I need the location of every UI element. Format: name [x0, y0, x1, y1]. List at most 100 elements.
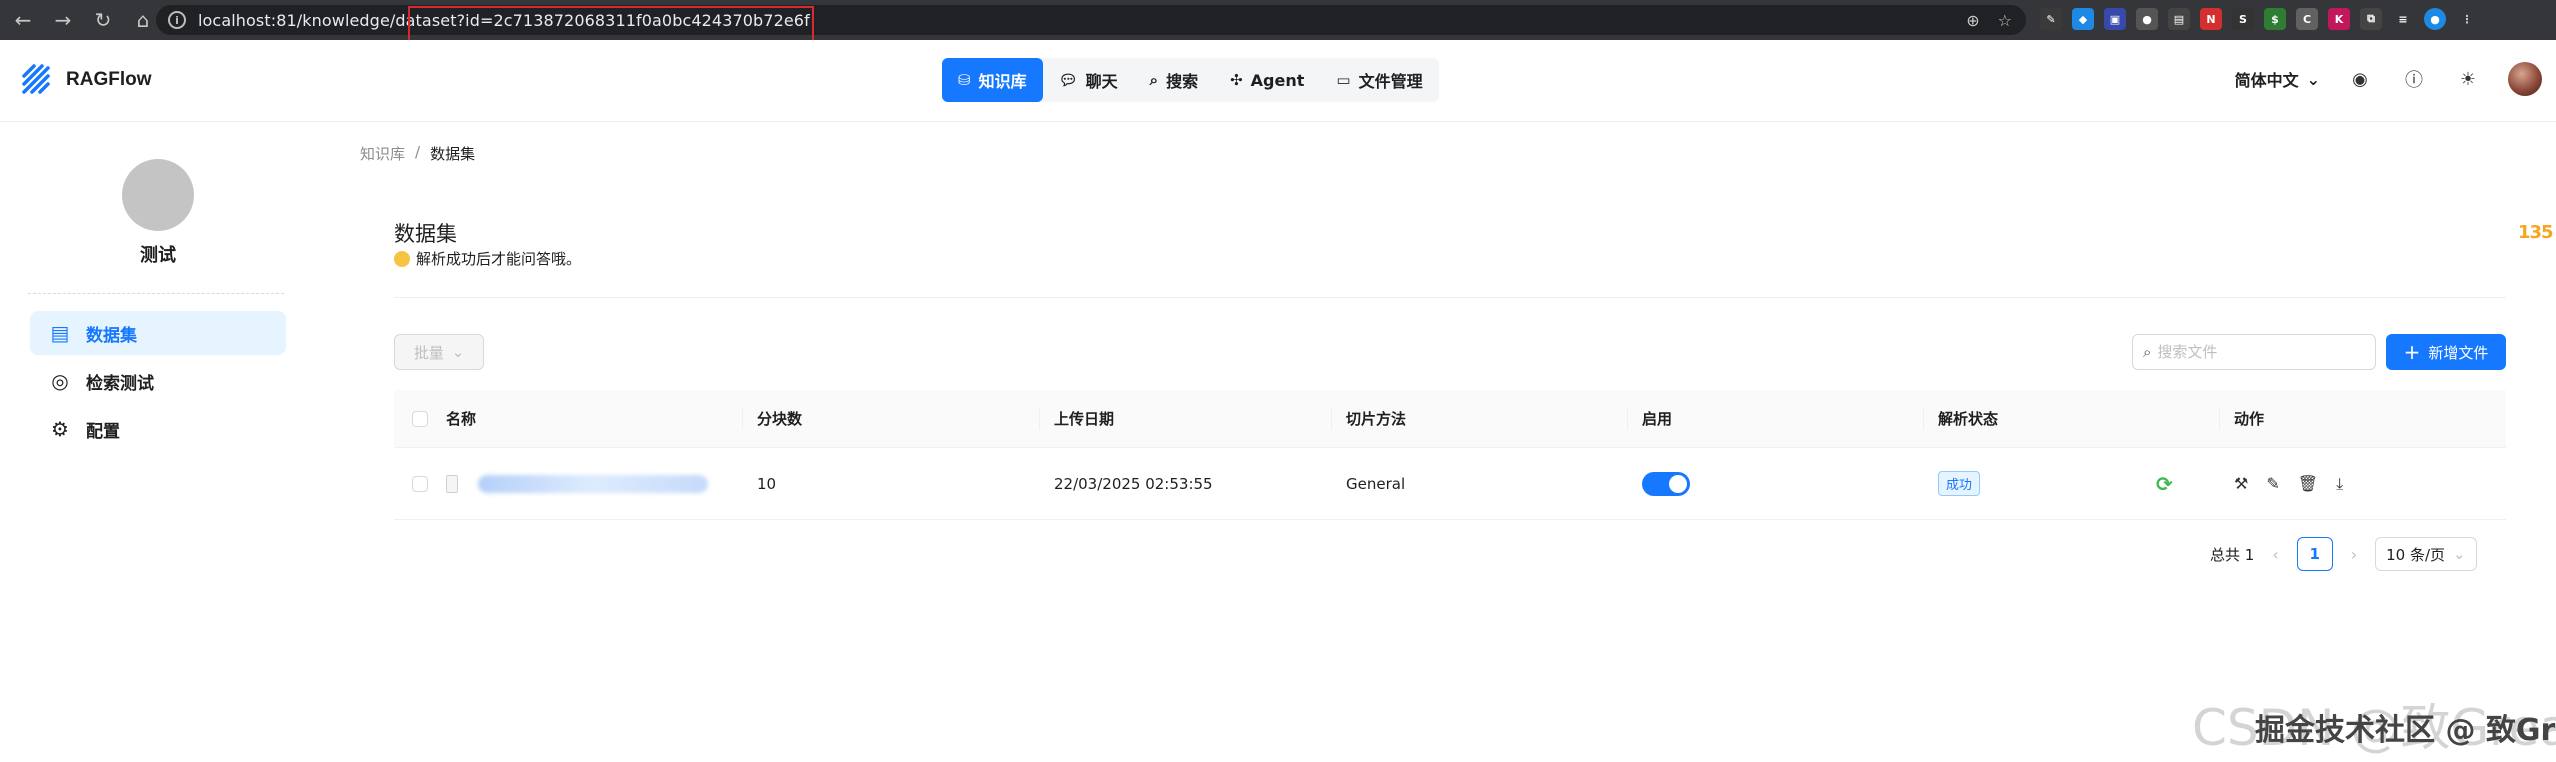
extension-icon[interactable]: ◆	[2072, 8, 2094, 30]
blurred-file-name[interactable]	[478, 474, 708, 493]
batch-dropdown-button[interactable]: 批量 ⌄	[394, 334, 484, 370]
extension-icon[interactable]: K	[2328, 8, 2350, 30]
next-page-icon[interactable]: ›	[2351, 545, 2357, 564]
column-label: 分块数	[757, 410, 803, 428]
column-label: 上传日期	[1054, 410, 1115, 428]
column-header-actions: 动作	[2220, 390, 2506, 447]
tab-label: 搜索	[1166, 72, 1199, 91]
bookmark-star-icon[interactable]: ☆	[1998, 11, 2012, 30]
wrench-icon[interactable]: ⚒	[2234, 474, 2248, 493]
status-badge[interactable]: 成功	[1938, 471, 1981, 496]
puzzle-icon[interactable]: ⧉	[2360, 8, 2382, 30]
top-nav: ⛁ 知识库 💬︎ 聊天 ⌕ 搜索 ✣ Agent ▭ 文件管理	[942, 58, 1439, 102]
extension-icon[interactable]: ▣	[2104, 8, 2126, 30]
column-header-enabled[interactable]: 启用	[1628, 390, 1924, 447]
select-all-checkbox[interactable]	[412, 410, 428, 427]
reload-icon[interactable]: ↻	[86, 3, 120, 37]
language-selector[interactable]: 简体中文 ⌄	[2235, 67, 2320, 91]
ragflow-logo-icon	[22, 64, 50, 94]
select-all-cell	[394, 390, 446, 447]
site-info-icon[interactable]: i	[168, 11, 186, 29]
refresh-icon[interactable]: ⟳	[2156, 472, 2173, 496]
add-file-label: 新增文件	[2428, 343, 2489, 362]
chunk-count-cell: 10	[743, 448, 1040, 519]
github-icon[interactable]: ◉	[2346, 65, 2374, 93]
extension-icon[interactable]: ●	[2136, 8, 2158, 30]
database-icon: ⛁	[958, 71, 971, 89]
file-name-cell[interactable]	[446, 448, 743, 519]
chat-icon: 💬︎	[1058, 71, 1078, 89]
home-icon[interactable]: ⌂	[126, 3, 160, 37]
back-icon[interactable]: ←	[6, 3, 40, 37]
file-table: 名称 分块数 上传日期 切片方法 启用 解析状态 动作 10 22/03/202…	[394, 390, 2506, 520]
language-label: 简体中文	[2234, 71, 2299, 90]
column-header-chunks[interactable]: 分块数	[743, 390, 1040, 447]
edit-icon[interactable]: ✎	[2266, 474, 2279, 493]
theme-sun-icon[interactable]: ☀	[2454, 65, 2482, 93]
actions-cell: ⚒ ✎ 🗑︎ ⤓	[2220, 448, 2506, 519]
table-row: 10 22/03/2025 02:53:55 General 成功 ⟳ ⚒ ✎ …	[394, 448, 2506, 520]
column-header-parse-status[interactable]: 解析状态	[1924, 390, 2220, 447]
breadcrumb: 知识库 / 数据集	[360, 143, 475, 164]
add-file-button[interactable]: + 新增文件	[2386, 334, 2506, 370]
enable-toggle[interactable]	[1642, 471, 1690, 496]
extension-icon[interactable]: ✎	[2040, 8, 2062, 30]
tab-agent[interactable]: ✣ Agent	[1214, 58, 1320, 102]
column-header-name[interactable]: 名称	[446, 390, 743, 447]
enabled-cell	[1628, 448, 1924, 519]
chevron-down-icon: ⌄	[451, 343, 465, 361]
extension-icon[interactable]: N	[2200, 8, 2222, 30]
column-header-upload-date[interactable]: 上传日期	[1040, 390, 1332, 447]
tab-file-management[interactable]: ▭ 文件管理	[1320, 58, 1438, 102]
delete-icon[interactable]: 🗑︎	[2298, 474, 2318, 493]
table-header: 名称 分块数 上传日期 切片方法 启用 解析状态 动作	[394, 390, 2506, 448]
tab-knowledge-base[interactable]: ⛁ 知识库	[942, 58, 1043, 102]
target-icon: ◎	[51, 369, 69, 393]
plus-icon: +	[2403, 340, 2421, 364]
profile-icon[interactable]: ●	[2424, 8, 2446, 30]
menu-icon[interactable]: ≡	[2392, 8, 2414, 30]
page-title: 数据集	[394, 222, 457, 246]
row-checkbox[interactable]	[412, 475, 428, 492]
breadcrumb-separator: /	[415, 143, 421, 161]
tab-search[interactable]: ⌕ 搜索	[1134, 58, 1214, 102]
user-avatar[interactable]	[2508, 62, 2542, 96]
tab-chat[interactable]: 💬︎ 聊天	[1043, 58, 1134, 102]
logo[interactable]: RAGFlow	[18, 62, 152, 98]
extension-icon[interactable]: S	[2232, 8, 2254, 30]
knowledge-base-name: 测试	[140, 245, 176, 266]
chunk-method: General	[1346, 474, 1406, 493]
sidebar: 测试 ▤ 数据集 ◎ 检索测试 ⚙ 配置	[0, 123, 310, 762]
download-icon[interactable]: ⤓	[2336, 474, 2343, 494]
sidebar-item-configuration[interactable]: ⚙ 配置	[30, 407, 286, 451]
column-label: 解析状态	[1938, 410, 1999, 428]
pagination: 总共 1 ‹ 1 › 10 条/页 ⌄	[2210, 537, 2477, 571]
sidebar-item-dataset[interactable]: ▤ 数据集	[30, 311, 286, 355]
page-size-select[interactable]: 10 条/页 ⌄	[2375, 537, 2477, 571]
column-label: 名称	[446, 410, 477, 428]
more-icon[interactable]: ⋮	[2456, 8, 2478, 30]
batch-label: 批量	[413, 343, 444, 362]
file-icon	[446, 474, 458, 493]
prev-page-icon[interactable]: ‹	[2272, 545, 2278, 564]
folder-icon: ▭	[1336, 71, 1351, 89]
help-icon[interactable]: ⓘ	[2400, 65, 2428, 93]
file-search-input[interactable]	[2157, 343, 2358, 361]
agent-icon: ✣	[1230, 71, 1243, 89]
extension-icon[interactable]: $	[2264, 8, 2286, 30]
extension-icon[interactable]: ▤	[2168, 8, 2190, 30]
extension-icon[interactable]: C	[2296, 8, 2318, 30]
breadcrumb-parent[interactable]: 知识库	[360, 143, 405, 164]
column-header-chunk-method[interactable]: 切片方法	[1332, 390, 1628, 447]
tab-label: Agent	[1250, 70, 1305, 90]
column-label: 切片方法	[1346, 410, 1407, 428]
page-number-current[interactable]: 1	[2296, 537, 2333, 571]
forward-icon[interactable]: →	[46, 3, 80, 37]
browser-toolbar: ← → ↻ ⌂ i localhost:81/knowledge/dataset…	[0, 0, 2556, 40]
floating-badge[interactable]: 135	[2518, 222, 2554, 243]
chevron-down-icon: ⌄	[2306, 69, 2320, 89]
page-size-label: 10 条/页	[2386, 545, 2446, 564]
sidebar-item-retrieval-test[interactable]: ◎ 检索测试	[30, 359, 286, 403]
zoom-icon[interactable]: ⊕	[1966, 11, 1979, 30]
total-count: 总共 1	[2210, 545, 2255, 564]
